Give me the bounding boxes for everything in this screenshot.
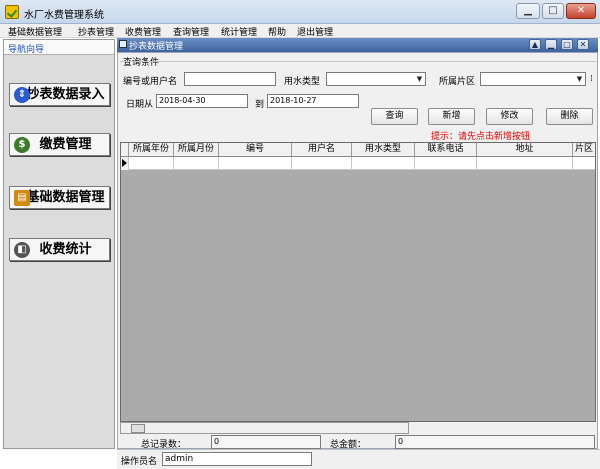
app-logo-icon <box>5 5 19 19</box>
nav-header-label: 导航向导 <box>8 45 45 55</box>
col-year[interactable]: 所属年份 <box>129 143 174 157</box>
row-selector[interactable] <box>121 157 129 170</box>
nav-fee-stats-button[interactable]: ◧ 收费统计 <box>9 238 110 261</box>
cell-phone[interactable] <box>415 157 477 170</box>
query-button[interactable]: 查询 <box>371 108 418 125</box>
menu-exit[interactable]: 退出管理 <box>297 25 333 38</box>
data-icon: ▤ <box>14 190 30 206</box>
child-up-button[interactable]: ▲ <box>529 39 541 50</box>
menu-meter-reading[interactable]: 抄表管理 <box>78 25 114 38</box>
code-or-user-input[interactable] <box>184 72 276 86</box>
window-title: 水厂水费管理系统 <box>24 10 104 21</box>
hint-text: 提示：请先点击新增按钮 <box>431 132 531 142</box>
child-window-icon <box>119 40 127 48</box>
col-address[interactable]: 地址 <box>477 143 573 157</box>
child-window-title: 抄表数据管理 <box>129 42 184 52</box>
child-minimize-button[interactable]: ▁ <box>545 39 557 50</box>
cell-month[interactable] <box>174 157 219 170</box>
child-window-title-bar: 抄表数据管理 ▲ ▁ □ ✕ <box>117 38 598 52</box>
menu-basic-data[interactable]: 基础数据管理 <box>8 25 62 38</box>
minimize-button[interactable]: ▁ <box>516 3 540 19</box>
col-username[interactable]: 用户名 <box>292 143 352 157</box>
nav-header: 导航向导 <box>4 40 114 55</box>
water-type-label: 用水类型 <box>284 77 321 87</box>
scrollbar-thumb[interactable] <box>131 424 145 433</box>
col-month[interactable]: 所属月份 <box>174 143 219 157</box>
date-to-input[interactable]: 2018-10-27 <box>267 94 359 108</box>
delete-button[interactable]: 删除 <box>546 108 593 125</box>
code-or-user-label: 编号或用户名 <box>123 77 178 87</box>
nav-payment-button[interactable]: $ 缴费管理 <box>9 133 110 156</box>
area-trailing-mark: ⁞ <box>590 74 593 84</box>
cell-water-type[interactable] <box>352 157 415 170</box>
col-water-type[interactable]: 用水类型 <box>352 143 415 157</box>
close-button[interactable]: ✕ <box>566 3 596 19</box>
table-row[interactable] <box>121 157 595 170</box>
date-to-label: 到 <box>255 100 265 110</box>
menu-fee-collection[interactable]: 收费管理 <box>125 25 161 38</box>
date-from-input[interactable]: 2018-04-30 <box>156 94 248 108</box>
cell-code[interactable] <box>219 157 292 170</box>
chevron-down-icon: ▼ <box>416 75 423 83</box>
money-bag-icon: $ <box>14 137 30 153</box>
menu-query[interactable]: 查询管理 <box>173 25 209 38</box>
nav-payment-label: 缴费管理 <box>39 137 92 152</box>
cell-username[interactable] <box>292 157 352 170</box>
child-maximize-button[interactable]: □ <box>561 39 573 50</box>
grid-corner <box>121 143 129 157</box>
nav-fee-stats-label: 收费统计 <box>39 242 92 257</box>
menu-statistics[interactable]: 统计管理 <box>221 25 257 38</box>
edit-button[interactable]: 修改 <box>486 108 533 125</box>
add-button[interactable]: 新增 <box>428 108 475 125</box>
child-close-button[interactable]: ✕ <box>577 39 589 50</box>
stats-icon: ◧ <box>14 242 30 258</box>
data-grid[interactable]: 所属年份 所属月份 编号 用户名 用水类型 联系电话 地址 片区 <box>120 142 596 422</box>
area-select[interactable]: ▼ <box>480 72 586 86</box>
row-pointer-icon <box>122 159 127 167</box>
operator-label: 操作员名 <box>121 457 158 467</box>
col-area[interactable]: 片区 <box>573 143 595 157</box>
menu-bar: 基础数据管理 抄表管理 收费管理 查询管理 统计管理 帮助 退出管理 <box>0 24 600 38</box>
nav-panel: 导航向导 ⇕ 抄表数据录入 $ 缴费管理 ▤ 基础数据管理 ◧ 收费统计 <box>3 39 115 449</box>
water-type-select[interactable]: ▼ <box>326 72 426 86</box>
window-title-bar: 水厂水费管理系统 ▁ □ ✕ <box>0 0 600 24</box>
status-bar: 操作员名 admin <box>117 449 600 469</box>
horizontal-scrollbar[interactable] <box>120 422 409 434</box>
meter-icon: ⇕ <box>14 87 30 103</box>
col-code[interactable]: 编号 <box>219 143 292 157</box>
menu-help[interactable]: 帮助 <box>268 25 286 38</box>
col-phone[interactable]: 联系电话 <box>415 143 477 157</box>
nav-basic-data-button[interactable]: ▤ 基础数据管理 <box>9 186 110 209</box>
cell-year[interactable] <box>129 157 174 170</box>
cell-area[interactable] <box>573 157 595 170</box>
total-amount-field: 0 <box>395 435 595 449</box>
date-from-label: 日期从 <box>126 100 154 110</box>
cell-address[interactable] <box>477 157 573 170</box>
grid-header: 所属年份 所属月份 编号 用户名 用水类型 联系电话 地址 片区 <box>121 143 595 157</box>
operator-field: admin <box>162 452 312 466</box>
area-label: 所属片区 <box>439 77 476 87</box>
record-count-field: 0 <box>211 435 321 449</box>
maximize-button[interactable]: □ <box>542 3 564 19</box>
nav-meter-entry-button[interactable]: ⇕ 抄表数据录入 <box>9 83 110 106</box>
chevron-down-icon: ▼ <box>576 75 583 83</box>
